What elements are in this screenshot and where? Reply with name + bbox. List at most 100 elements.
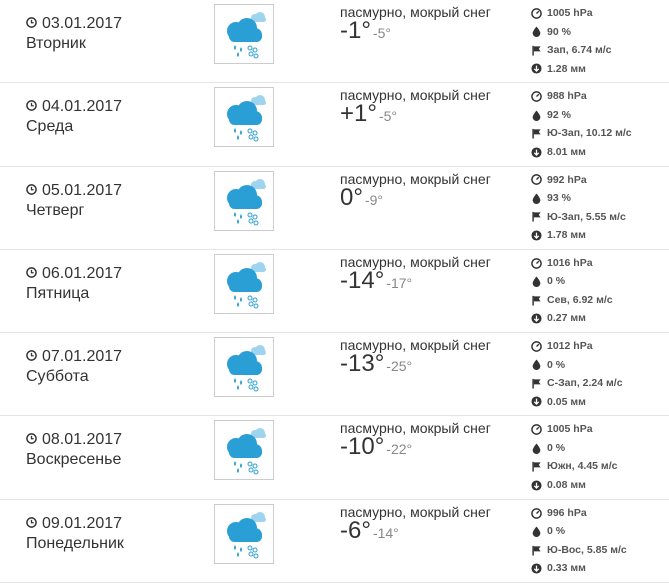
forecast-list: 03.01.2017 Вторник пасмурно, мокрый снег… [0, 0, 669, 583]
wind: Южн, 4.45 м/с [531, 457, 617, 476]
flag-icon [532, 462, 541, 472]
precipitation: 1.78 мм [531, 226, 626, 245]
temp-day: +1° [340, 100, 377, 128]
stats: 1005 hPa 90 % Зап, 6.74 м/с 1.28 мм [531, 4, 611, 78]
arrow-down-circle-icon [531, 563, 542, 574]
pressure-value: 1012 hPa [547, 340, 593, 353]
wind-value: Ю-Зап, 10.12 м/с [547, 127, 632, 140]
date: 09.01.2017 [26, 514, 122, 534]
date-text: 09.01.2017 [42, 514, 123, 532]
stats: 1012 hPa 0 % С-Зап, 2.24 м/с 0.05 мм [531, 337, 623, 411]
temp-night: -5° [378, 108, 398, 125]
date-text: 08.01.2017 [42, 431, 123, 449]
precip-value: 1.78 мм [547, 229, 586, 242]
temperatures: -13° -25° [340, 350, 412, 378]
precipitation: 0.08 мм [531, 476, 617, 495]
flag-icon [532, 295, 541, 306]
temperatures: -14° -17° [340, 267, 412, 295]
pressure-value: 1016 hPa [547, 256, 593, 269]
temp-night: -5° [372, 25, 391, 41]
date-text: 04.01.2017 [42, 98, 123, 116]
date-text: 06.01.2017 [42, 264, 123, 282]
temperatures: 0° -9° [340, 184, 383, 212]
forecast-row: 09.01.2017 Понедельник пасмурно, мокрый … [0, 500, 669, 583]
clock-icon [26, 433, 37, 445]
pressure: 996 hPa [531, 504, 627, 523]
cloud-sleet-icon [214, 170, 274, 231]
wind-value: Зап, 6.74 м/с [547, 44, 612, 56]
date-text: 05.01.2017 [42, 181, 123, 199]
clock-icon [26, 350, 37, 362]
pressure-value: 1005 hPa [547, 7, 593, 19]
gauge-icon [531, 507, 542, 519]
humidity: 0 % [531, 522, 627, 541]
arrow-down-circle-icon [531, 230, 542, 241]
flag-icon [532, 212, 541, 222]
temp-day: -14° [340, 266, 385, 294]
humidity-value: 93 % [547, 192, 571, 205]
date: 06.01.2017 [26, 264, 122, 284]
humidity: 0 % [531, 272, 613, 291]
temp-night: -25° [386, 358, 413, 375]
arrow-down-circle-icon [531, 480, 542, 491]
wind: Ю-Вос, 5.85 м/с [531, 541, 627, 560]
humidity-value: 0 % [547, 275, 566, 288]
temp-day: -1° [340, 17, 371, 44]
clock-icon [26, 267, 37, 278]
pressure: 1005 hPa [531, 420, 617, 439]
forecast-row: 04.01.2017 Среда пасмурно, мокрый снег +… [0, 83, 669, 167]
precip-value: 1.28 мм [547, 62, 586, 75]
drop-icon [532, 359, 541, 371]
pressure: 1012 hPa [531, 337, 623, 356]
temp-day: -10° [340, 433, 385, 461]
temp-day: -6° [340, 516, 371, 544]
precipitation: 0.27 мм [531, 309, 613, 328]
date: 03.01.2017 [26, 14, 122, 34]
cloud-sleet-icon [214, 4, 274, 64]
precip-value: 0.33 мм [547, 562, 586, 575]
temperatures: +1° -5° [340, 100, 397, 128]
flag-icon [532, 378, 541, 389]
precip-value: 8.01 мм [547, 145, 586, 158]
precipitation: 1.28 мм [531, 60, 611, 79]
pressure: 1005 hPa [531, 4, 611, 23]
pressure: 988 hPa [531, 87, 632, 106]
wind: С-Зап, 2.24 м/с [531, 374, 623, 393]
stats: 988 hPa 92 % Ю-Зап, 10.12 м/с 8.01 мм [531, 87, 632, 161]
pressure-value: 992 hPa [547, 173, 587, 186]
arrow-down-circle-icon [531, 313, 542, 324]
cloud-sleet-icon [214, 420, 274, 481]
temperatures: -6° -14° [340, 517, 399, 545]
humidity-value: 0 % [547, 525, 566, 538]
precip-value: 0.05 мм [547, 395, 586, 408]
forecast-row: 07.01.2017 Суббота пасмурно, мокрый снег… [0, 333, 669, 417]
cloud-sleet-icon [214, 253, 274, 314]
humidity: 92 % [531, 106, 632, 125]
drop-icon [532, 443, 541, 454]
weekday: Среда [26, 118, 74, 136]
temp-night: -9° [364, 191, 383, 208]
weekday: Воскресенье [26, 451, 122, 469]
flag-icon [532, 545, 541, 556]
precip-value: 0.27 мм [547, 312, 586, 325]
date: 04.01.2017 [26, 97, 122, 117]
stats: 992 hPa 93 % Ю-Зап, 5.55 м/с 1.78 мм [531, 171, 626, 245]
precipitation: 0.33 мм [531, 559, 627, 578]
forecast-row: 03.01.2017 Вторник пасмурно, мокрый снег… [0, 0, 669, 84]
clock-icon [26, 100, 37, 112]
humidity: 90 % [531, 23, 611, 42]
drop-icon [532, 526, 541, 538]
wind-value: Южн, 4.45 м/с [547, 460, 618, 473]
precipitation: 0.05 мм [531, 393, 623, 412]
flag-icon [532, 128, 541, 139]
arrow-down-circle-icon [531, 396, 542, 407]
drop-icon [532, 276, 541, 288]
weekday: Вторник [26, 35, 86, 52]
clock-icon [26, 17, 37, 28]
gauge-icon [531, 7, 542, 19]
date-text: 07.01.2017 [42, 348, 123, 366]
cloud-sleet-icon [214, 87, 274, 148]
date: 08.01.2017 [26, 430, 122, 450]
humidity: 0 % [531, 356, 623, 375]
temp-day: 0° [340, 183, 363, 211]
